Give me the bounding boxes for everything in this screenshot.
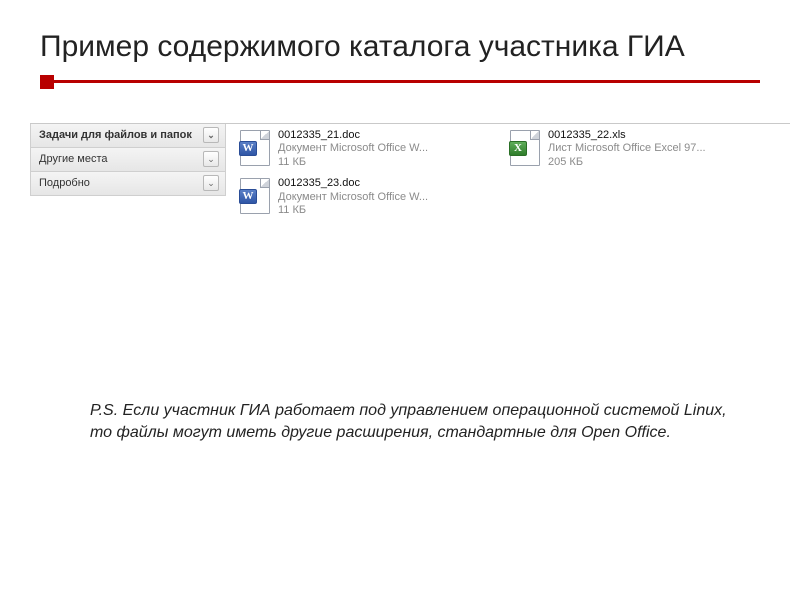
chevron-down-icon[interactable]: ⌄: [203, 151, 219, 167]
task-pane-places[interactable]: Другие места ⌄: [30, 148, 226, 172]
task-pane-files[interactable]: Задачи для файлов и папок ⌄: [30, 124, 226, 148]
excel-doc-icon: X: [508, 128, 542, 168]
file-name: 0012335_21.doc: [278, 129, 428, 143]
task-pane-places-label: Другие места: [39, 153, 108, 165]
file-size: 11 КБ: [278, 156, 428, 170]
page-title: Пример содержимого каталога участника ГИ…: [40, 30, 760, 65]
file-item[interactable]: W 0012335_23.doc Документ Microsoft Offi…: [238, 176, 488, 218]
title-rule: [40, 75, 760, 89]
file-item[interactable]: W 0012335_21.doc Документ Microsoft Offi…: [238, 128, 488, 170]
explorer: Задачи для файлов и папок ⌄ Другие места…: [30, 123, 790, 219]
file-size: 11 КБ: [278, 204, 428, 218]
task-pane-details-label: Подробно: [39, 177, 90, 189]
file-type: Документ Microsoft Office W...: [278, 142, 428, 156]
chevron-down-icon[interactable]: ⌄: [203, 127, 219, 143]
chevron-down-icon[interactable]: ⌄: [203, 175, 219, 191]
file-name: 0012335_23.doc: [278, 177, 428, 191]
word-doc-icon: W: [238, 176, 272, 216]
file-list: W 0012335_21.doc Документ Microsoft Offi…: [226, 124, 790, 219]
task-pane-files-label: Задачи для файлов и папок: [39, 129, 192, 141]
explorer-sidepanel: Задачи для файлов и папок ⌄ Другие места…: [30, 124, 226, 219]
file-name: 0012335_22.xls: [548, 129, 706, 143]
file-type: Лист Microsoft Office Excel 97...: [548, 142, 706, 156]
word-doc-icon: W: [238, 128, 272, 168]
file-type: Документ Microsoft Office W...: [278, 191, 428, 205]
postscript-note: P.S. Если участник ГИА работает под упра…: [90, 400, 730, 443]
file-item[interactable]: X 0012335_22.xls Лист Microsoft Office E…: [508, 128, 758, 170]
file-size: 205 КБ: [548, 156, 706, 170]
task-pane-details[interactable]: Подробно ⌄: [30, 172, 226, 196]
